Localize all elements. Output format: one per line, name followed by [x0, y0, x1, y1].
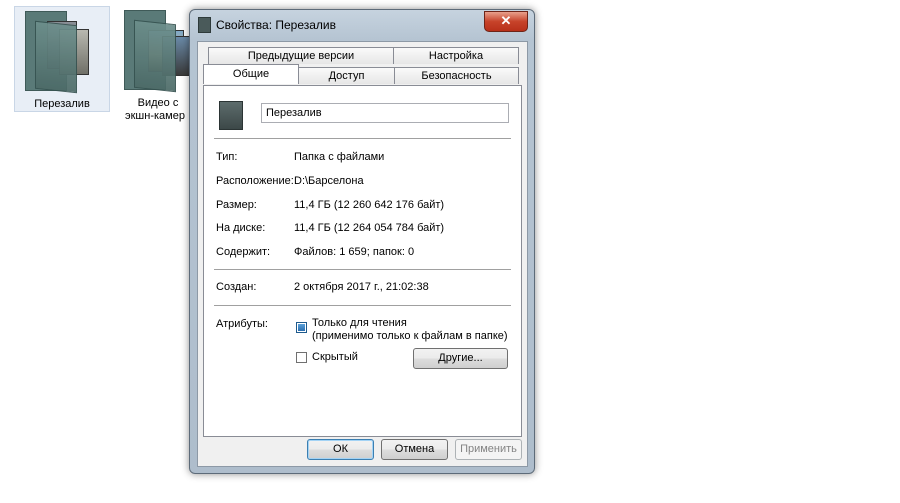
ok-button[interactable]: ОК	[307, 439, 374, 460]
desktop-folder-label-line2: экшн-камер	[125, 110, 185, 122]
size-on-disk-value: 11,4 ГБ (12 264 054 784 байт)	[294, 222, 445, 234]
location-value: D:\Барселона	[294, 175, 364, 187]
apply-button[interactable]: Применить	[455, 439, 522, 460]
attributes-label: Атрибуты:	[216, 318, 268, 330]
general-panel: Тип: Папка с файлами Расположение: D:\Ба…	[203, 85, 522, 437]
size-value: 11,4 ГБ (12 260 642 176 байт)	[294, 199, 445, 211]
close-button[interactable]: ✕	[484, 11, 528, 32]
readonly-checkbox[interactable]	[296, 322, 307, 333]
properties-dialog: Свойства: Перезалив ✕ Предыдущие версии …	[189, 9, 535, 474]
created-label: Создан:	[216, 281, 257, 293]
folder-icon	[122, 8, 196, 93]
divider	[214, 269, 511, 270]
readonly-label: Только для чтения	[312, 317, 407, 329]
tab-previous-versions[interactable]: Предыдущие версии	[208, 47, 394, 64]
type-label: Тип:	[216, 151, 238, 163]
folder-icon	[198, 17, 211, 33]
folder-icon	[23, 9, 97, 94]
size-on-disk-label: На диске:	[216, 222, 266, 234]
size-label: Размер:	[216, 199, 257, 211]
created-value: 2 октября 2017 г., 21:02:38	[294, 281, 429, 293]
tab-customize[interactable]: Настройка	[393, 47, 519, 64]
tab-general[interactable]: Общие	[203, 64, 299, 84]
desktop-folder-label-line1: Видео с	[137, 97, 179, 109]
dialog-client-area: Предыдущие версии Настройка Общие Доступ…	[197, 41, 528, 467]
hidden-label: Скрытый	[312, 351, 358, 363]
desktop-folder-label: Перезалив	[34, 98, 90, 110]
desktop-folder-perezaliv[interactable]: Перезалив	[14, 6, 110, 112]
cancel-button[interactable]: Отмена	[381, 439, 448, 460]
contains-value: Файлов: 1 659; папок: 0	[294, 246, 415, 258]
divider	[214, 138, 511, 139]
type-value: Папка с файлами	[294, 151, 385, 163]
hidden-checkbox[interactable]	[296, 352, 307, 363]
location-label: Расположение:	[216, 175, 294, 187]
dialog-title: Свойства: Перезалив	[216, 18, 336, 32]
tab-sharing[interactable]: Доступ	[298, 67, 395, 84]
desktop-folder-video[interactable]: Видео с экшн-камер	[118, 6, 198, 124]
readonly-note: (применимо только к файлам в папке)	[312, 330, 508, 342]
folder-name-input[interactable]	[261, 103, 509, 123]
divider	[214, 305, 511, 306]
folder-icon	[219, 101, 243, 130]
contains-label: Содержит:	[216, 246, 271, 258]
tab-security[interactable]: Безопасность	[394, 67, 519, 84]
advanced-button[interactable]: Другие...	[413, 348, 508, 369]
